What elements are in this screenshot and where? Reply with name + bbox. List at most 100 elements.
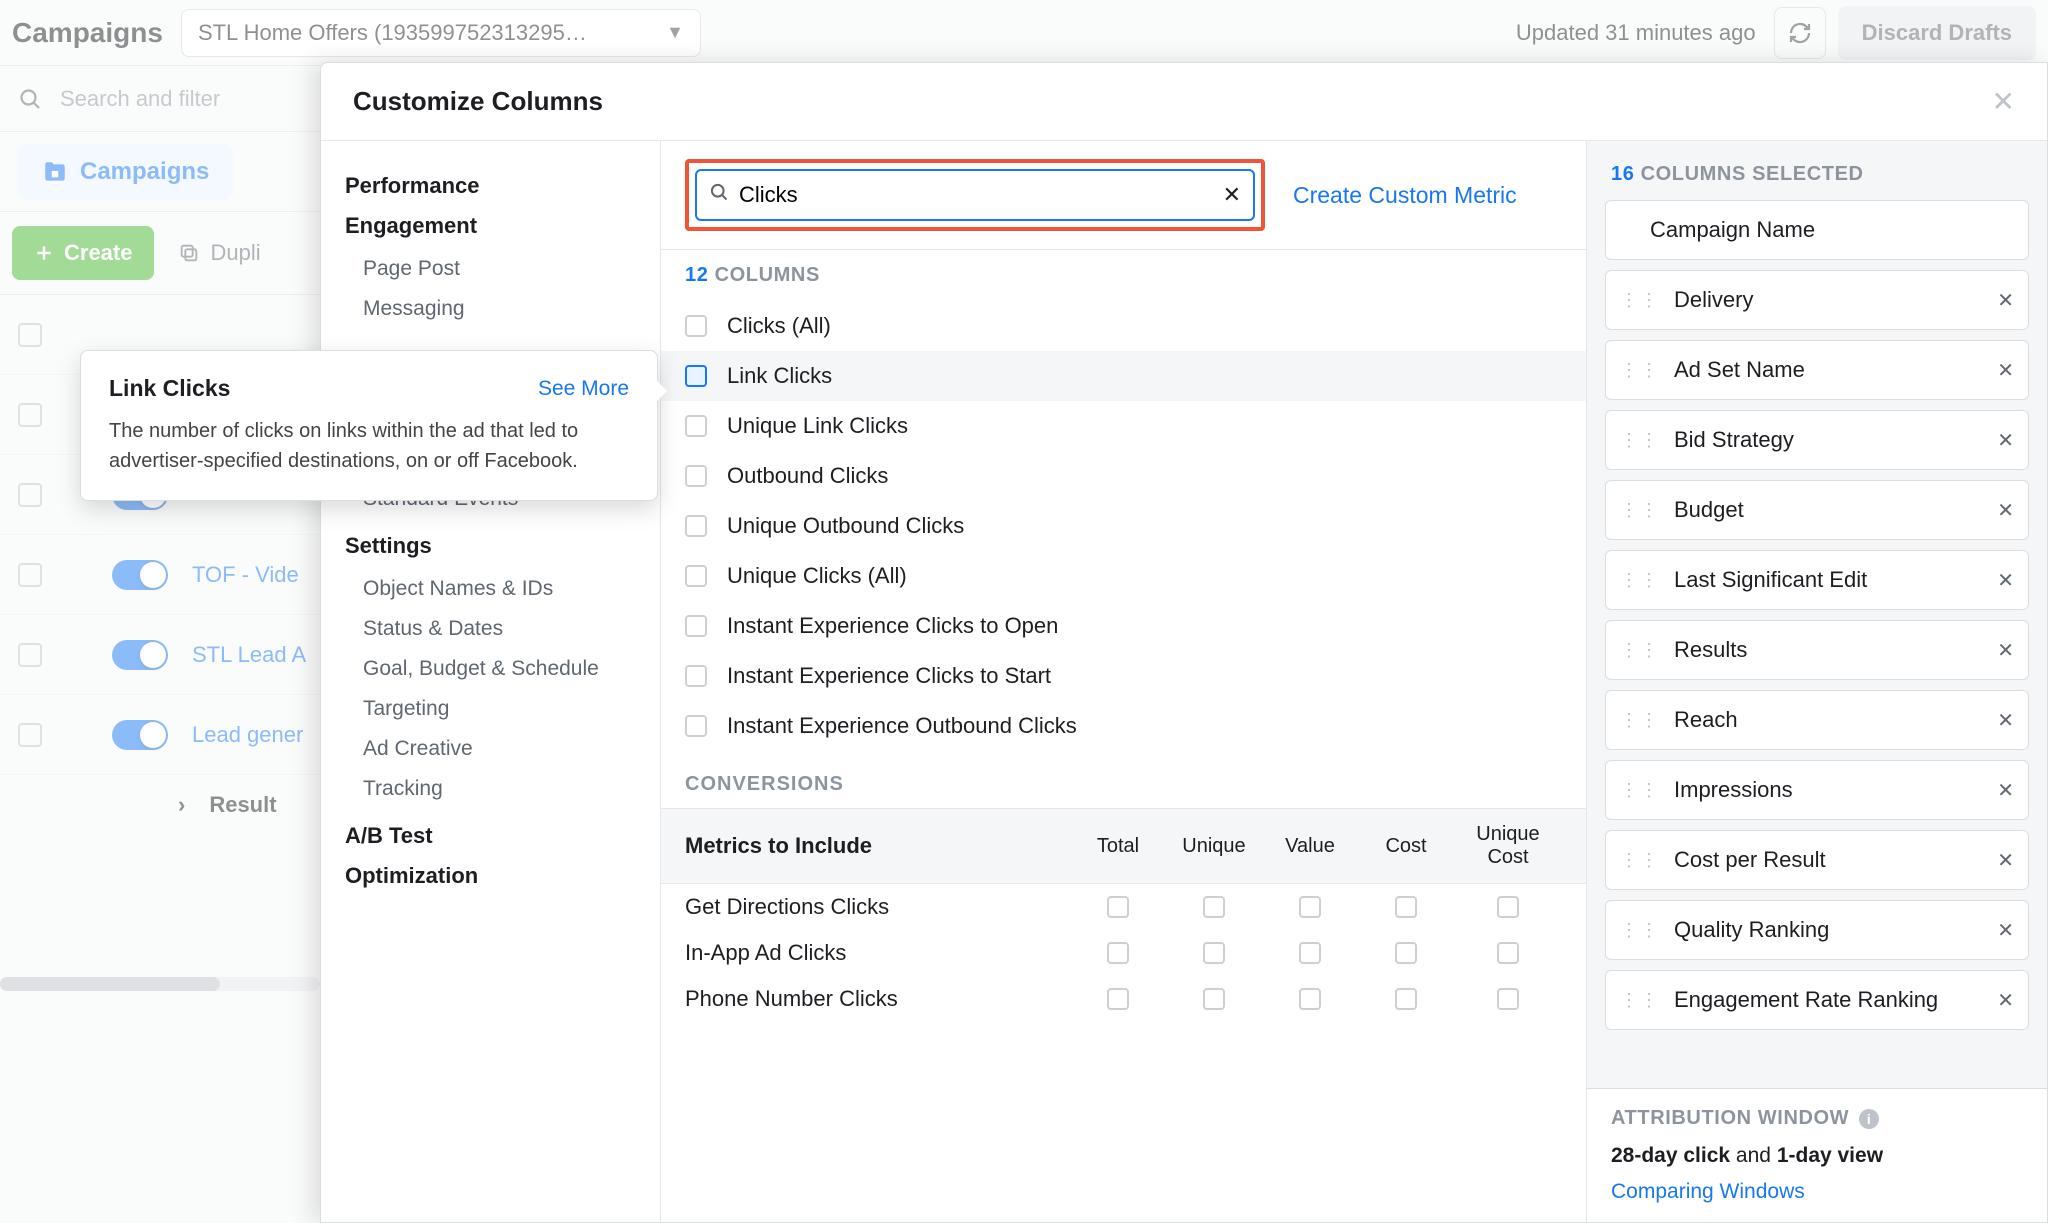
metric-row-label: Get Directions Clicks (685, 894, 1070, 920)
attr-and: and (1730, 1144, 1777, 1167)
checkbox[interactable] (1299, 988, 1321, 1010)
remove-icon[interactable]: ✕ (1997, 288, 2014, 313)
remove-icon[interactable]: ✕ (1997, 918, 2014, 943)
sidebar-item-pagepost[interactable]: Page Post (345, 249, 636, 289)
checkbox[interactable] (685, 515, 707, 537)
drag-handle-icon[interactable]: ⋮⋮ (1620, 995, 1660, 1005)
drag-handle-icon[interactable]: ⋮⋮ (1620, 855, 1660, 865)
drag-handle-icon[interactable]: ⋮⋮ (1620, 645, 1660, 655)
checkbox[interactable] (685, 465, 707, 487)
selected-column[interactable]: ⋮⋮Last Significant Edit✕ (1605, 550, 2029, 610)
checkbox[interactable] (685, 665, 707, 687)
selected-column[interactable]: ⋮⋮Quality Ranking✕ (1605, 900, 2029, 960)
checkbox[interactable] (1497, 896, 1519, 918)
sidebar-item-creative[interactable]: Ad Creative (345, 729, 636, 769)
column-option[interactable]: Instant Experience Outbound Clicks (661, 701, 1586, 751)
info-icon[interactable]: i (1859, 1109, 1879, 1129)
remove-icon[interactable]: ✕ (1997, 988, 2014, 1013)
checkbox[interactable] (685, 415, 707, 437)
column-search-input[interactable] (729, 182, 1223, 208)
selected-column[interactable]: ⋮⋮Budget✕ (1605, 480, 2029, 540)
checkbox[interactable] (1299, 896, 1321, 918)
attr-click: 28-day click (1611, 1144, 1730, 1167)
checkbox[interactable] (1107, 942, 1129, 964)
modal-title: Customize Columns (353, 86, 603, 117)
column-option[interactable]: Clicks (All) (661, 301, 1586, 351)
customize-columns-modal: Customize Columns ✕ Performance Engageme… (320, 62, 2048, 1223)
sidebar-head-engagement[interactable]: Engagement (345, 213, 636, 239)
selected-column[interactable]: ⋮⋮Reach✕ (1605, 690, 2029, 750)
checkbox[interactable] (1497, 942, 1519, 964)
drag-handle-icon[interactable]: ⋮⋮ (1620, 715, 1660, 725)
column-option[interactable]: Instant Experience Clicks to Open (661, 601, 1586, 651)
sidebar-item-names[interactable]: Object Names & IDs (345, 569, 636, 609)
remove-icon[interactable]: ✕ (1997, 568, 2014, 593)
metrics-include-label: Metrics to Include (685, 833, 1070, 859)
metric-col-cost: Cost (1358, 835, 1454, 858)
drag-handle-icon[interactable]: ⋮⋮ (1620, 925, 1660, 935)
column-option[interactable]: Link Clicks (661, 351, 1586, 401)
remove-icon[interactable]: ✕ (1997, 358, 2014, 383)
remove-icon[interactable]: ✕ (1997, 498, 2014, 523)
column-option[interactable]: Unique Clicks (All) (661, 551, 1586, 601)
remove-icon[interactable]: ✕ (1997, 848, 2014, 873)
clear-search-icon[interactable]: ✕ (1223, 182, 1241, 208)
selected-label: COLUMNS SELECTED (1634, 163, 1863, 185)
create-custom-metric-link[interactable]: Create Custom Metric (1293, 182, 1517, 209)
sidebar-item-messaging[interactable]: Messaging (345, 289, 636, 329)
sidebar-head-optimization[interactable]: Optimization (345, 863, 636, 889)
comparing-windows-link[interactable]: Comparing Windows (1611, 1180, 1805, 1203)
column-option[interactable]: Unique Link Clicks (661, 401, 1586, 451)
selected-column[interactable]: ⋮⋮Engagement Rate Ranking✕ (1605, 970, 2029, 1030)
drag-handle-icon[interactable]: ⋮⋮ (1620, 575, 1660, 585)
checkbox[interactable] (685, 615, 707, 637)
checkbox[interactable] (1497, 988, 1519, 1010)
selected-column-label: Bid Strategy (1674, 427, 1997, 453)
checkbox[interactable] (1395, 942, 1417, 964)
checkbox[interactable] (1203, 942, 1225, 964)
selected-column[interactable]: Campaign Name (1605, 200, 2029, 260)
checkbox[interactable] (685, 715, 707, 737)
column-search-box[interactable]: ✕ (695, 169, 1255, 221)
checkbox[interactable] (1299, 942, 1321, 964)
sidebar-item-tracking[interactable]: Tracking (345, 769, 636, 809)
selected-column[interactable]: ⋮⋮Delivery✕ (1605, 270, 2029, 330)
column-label: Instant Experience Clicks to Open (727, 613, 1058, 639)
sidebar-head-performance[interactable]: Performance (345, 173, 636, 199)
checkbox[interactable] (1203, 988, 1225, 1010)
checkbox[interactable] (685, 565, 707, 587)
sidebar-head-settings[interactable]: Settings (345, 533, 636, 559)
selected-column[interactable]: ⋮⋮Cost per Result✕ (1605, 830, 2029, 890)
tooltip-body: The number of clicks on links within the… (109, 416, 629, 476)
drag-handle-icon[interactable]: ⋮⋮ (1620, 365, 1660, 375)
column-option[interactable]: Outbound Clicks (661, 451, 1586, 501)
checkbox[interactable] (1107, 896, 1129, 918)
metric-row-label: In-App Ad Clicks (685, 940, 1070, 966)
selected-column[interactable]: ⋮⋮Ad Set Name✕ (1605, 340, 2029, 400)
selected-column[interactable]: ⋮⋮Results✕ (1605, 620, 2029, 680)
column-option[interactable]: Instant Experience Clicks to Start (661, 651, 1586, 701)
selected-column[interactable]: ⋮⋮ Bid Strategy✕ (1605, 410, 2029, 470)
checkbox[interactable] (685, 315, 707, 337)
checkbox[interactable] (1203, 896, 1225, 918)
checkbox[interactable] (1395, 988, 1417, 1010)
remove-icon[interactable]: ✕ (1997, 778, 2014, 803)
see-more-link[interactable]: See More (538, 377, 629, 401)
drag-handle-icon[interactable]: ⋮⋮ (1620, 295, 1660, 305)
selected-column[interactable]: ⋮⋮Impressions✕ (1605, 760, 2029, 820)
drag-handle-icon[interactable]: ⋮⋮ (1620, 505, 1660, 515)
drag-handle-icon[interactable]: ⋮⋮ (1620, 785, 1660, 795)
drag-handle-icon[interactable]: ⋮⋮ (1620, 435, 1660, 445)
checkbox[interactable] (1395, 896, 1417, 918)
remove-icon[interactable]: ✕ (1997, 638, 2014, 663)
sidebar-item-targeting[interactable]: Targeting (345, 689, 636, 729)
sidebar-head-abtest[interactable]: A/B Test (345, 823, 636, 849)
remove-icon[interactable]: ✕ (1997, 708, 2014, 733)
sidebar-item-status[interactable]: Status & Dates (345, 609, 636, 649)
checkbox[interactable] (1107, 988, 1129, 1010)
checkbox[interactable] (685, 365, 707, 387)
close-icon[interactable]: ✕ (1992, 85, 2015, 118)
column-option[interactable]: Unique Outbound Clicks (661, 501, 1586, 551)
remove-icon[interactable]: ✕ (1997, 428, 2014, 453)
sidebar-item-goal[interactable]: Goal, Budget & Schedule (345, 649, 636, 689)
